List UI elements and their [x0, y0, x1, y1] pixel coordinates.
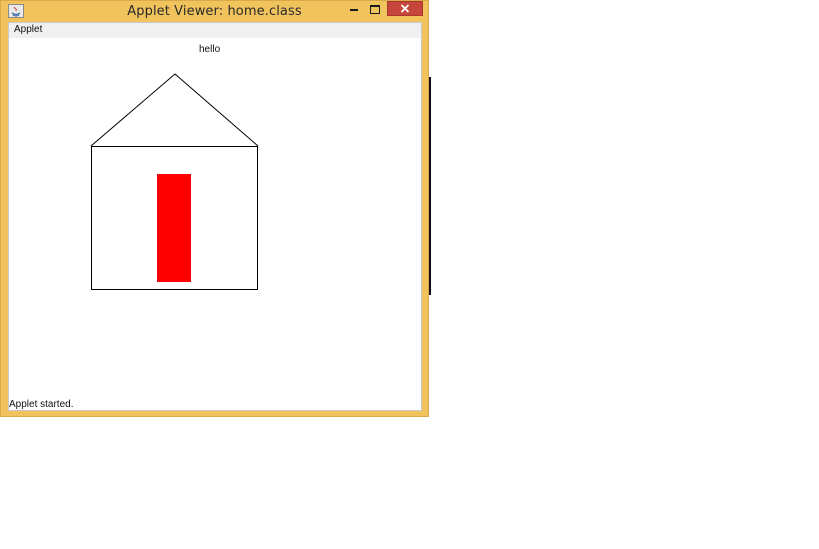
- minimize-button[interactable]: [343, 1, 365, 17]
- applet-viewer-window: Applet Viewer: home.class Applet hello A…: [0, 0, 429, 417]
- minimize-icon: [350, 9, 358, 11]
- desktop: Applet Viewer: home.class Applet hello A…: [0, 0, 819, 549]
- house-drawing: [90, 73, 259, 290]
- menu-applet[interactable]: Applet: [13, 24, 43, 35]
- house-roof: [90, 73, 259, 147]
- menu-bar: Applet: [9, 23, 421, 38]
- maximize-button[interactable]: [365, 1, 385, 17]
- close-button[interactable]: [387, 1, 423, 16]
- house-door: [157, 174, 191, 282]
- status-bar-text: Applet started.: [9, 399, 74, 410]
- applet-canvas[interactable]: hello: [9, 38, 421, 398]
- applet-client-area: Applet hello Applet started.: [8, 22, 422, 411]
- close-icon: [400, 4, 410, 13]
- maximize-icon: [370, 4, 380, 14]
- title-bar[interactable]: Applet Viewer: home.class: [1, 1, 428, 22]
